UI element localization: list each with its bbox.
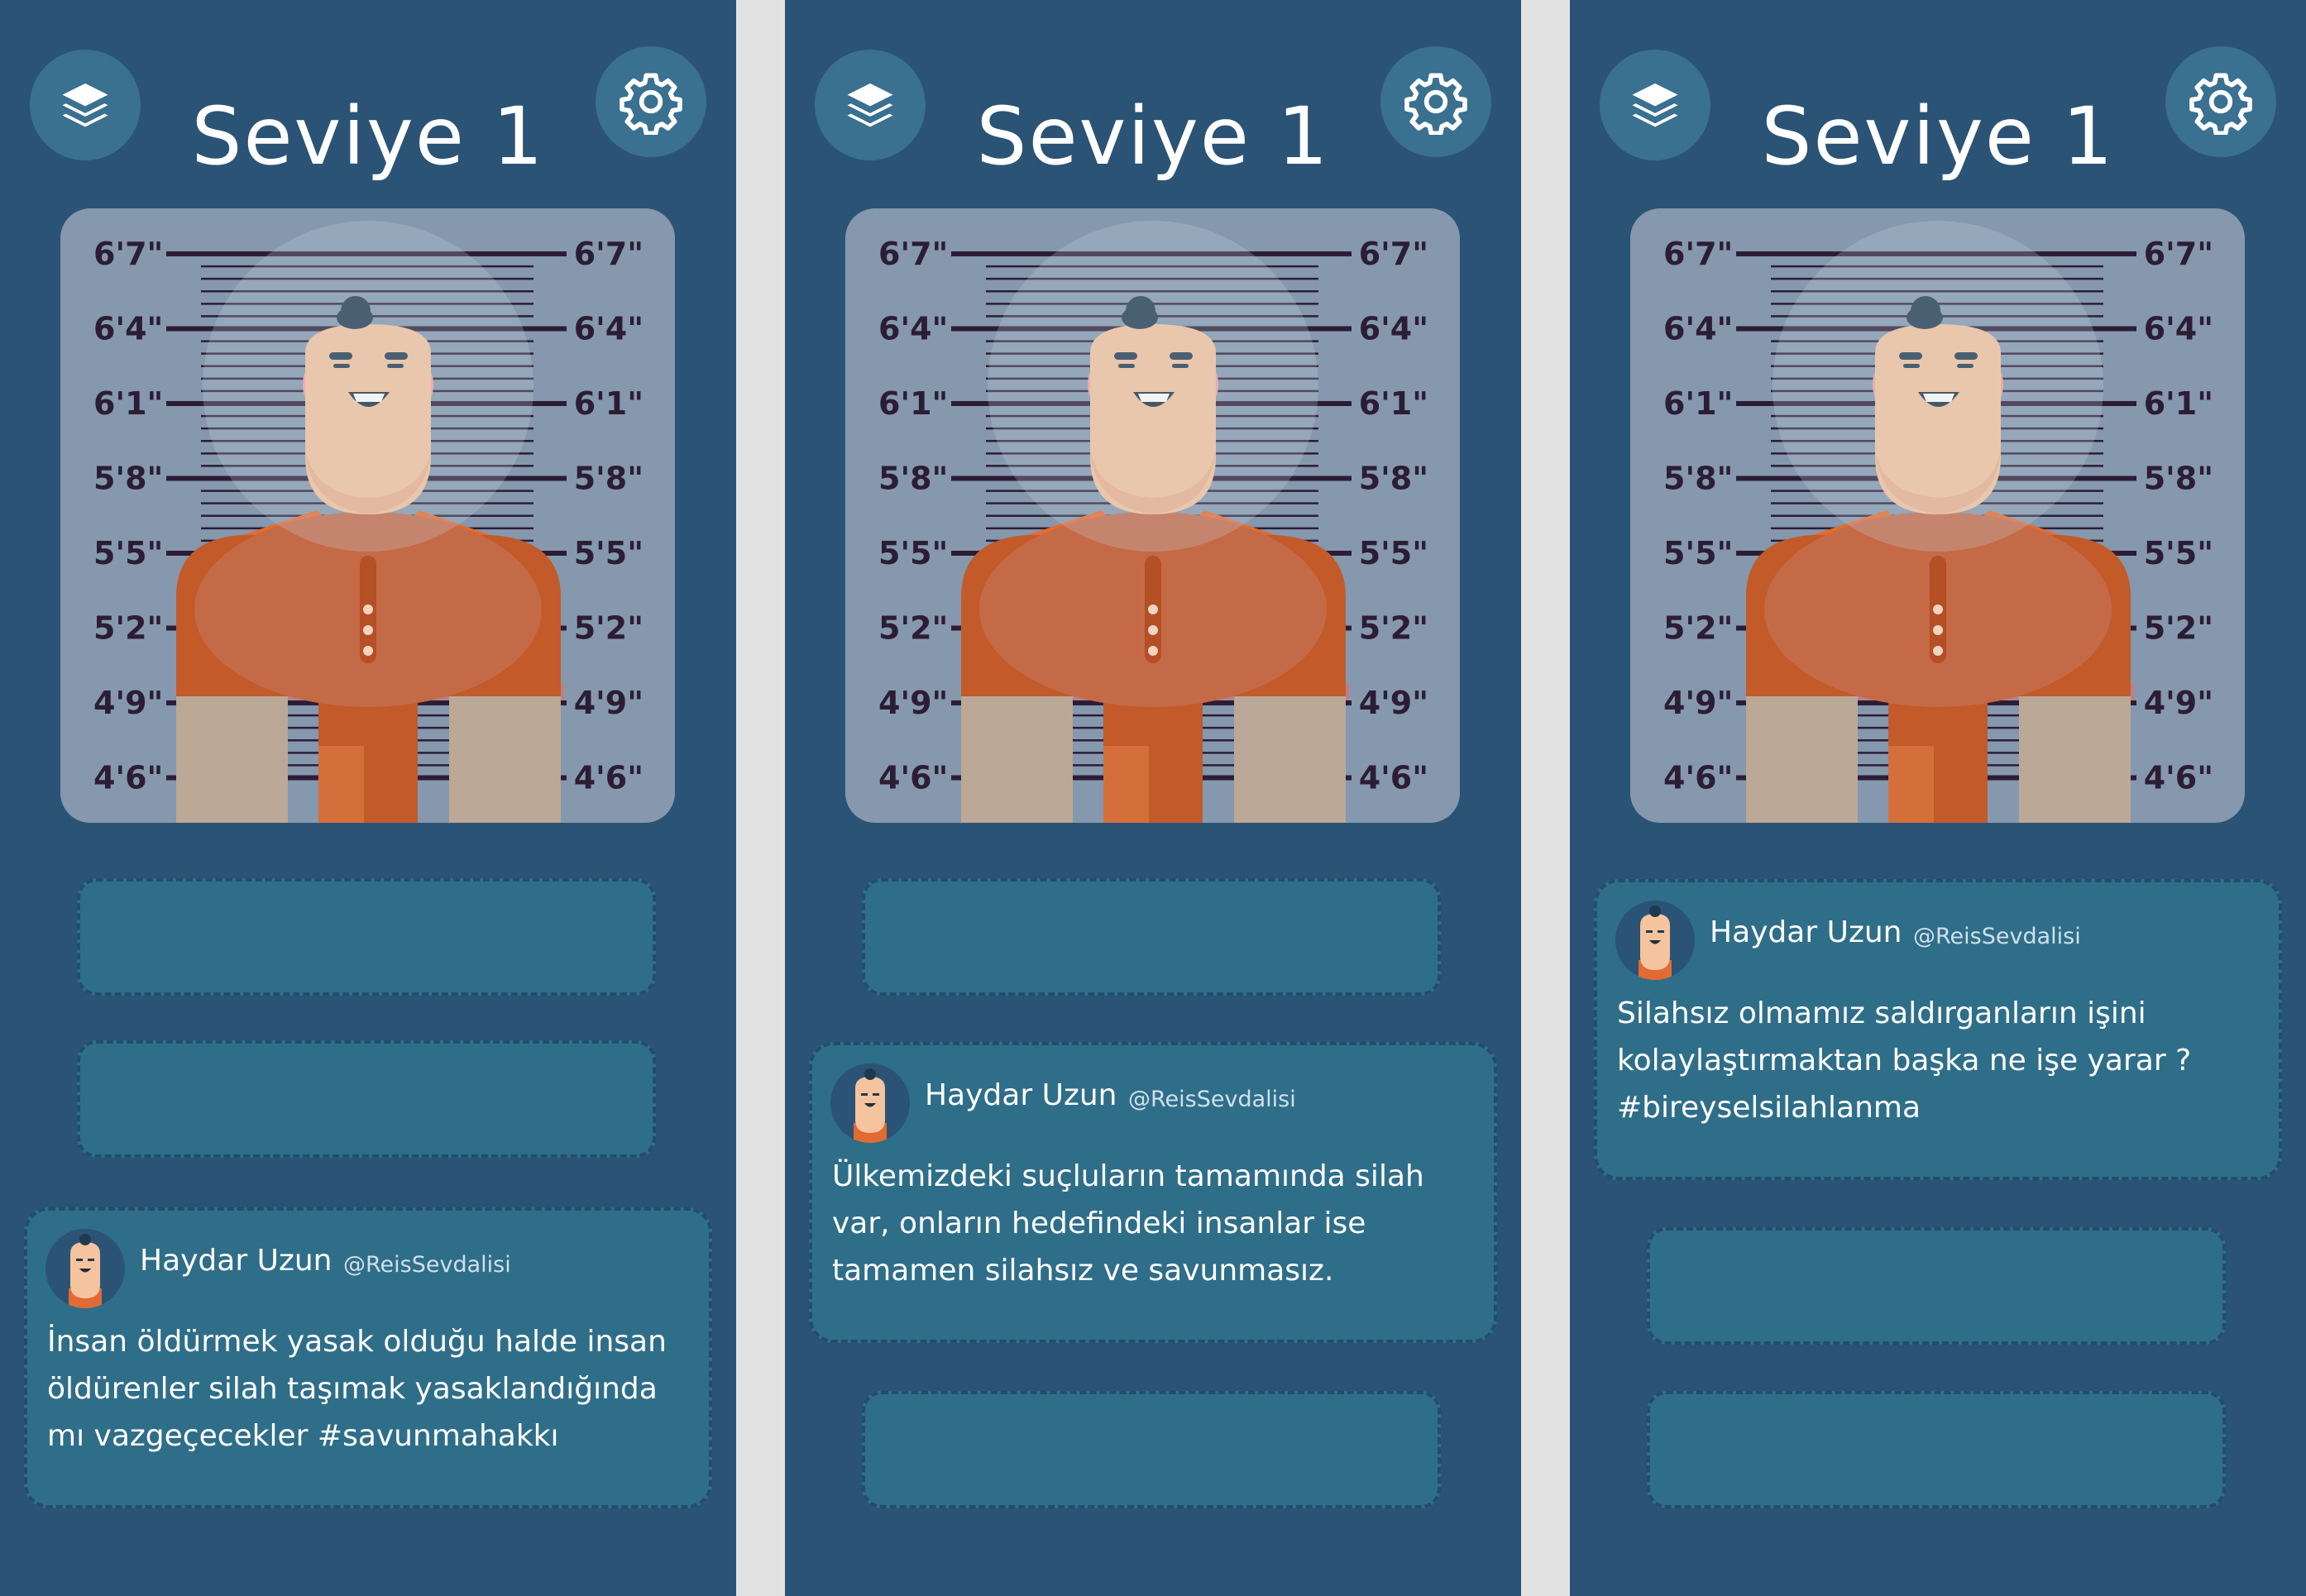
height-label: 5'5" [1359, 535, 1428, 571]
height-label: 6'1" [878, 385, 948, 422]
prisoner-character [176, 221, 565, 823]
height-label: 5'8" [574, 461, 643, 497]
height-label: 6'1" [574, 385, 643, 422]
height-label: 5'5" [878, 535, 948, 571]
game-screen-1: Seviye 1 6'7" 6'7" 6'4" 6'4" 6'1" 6'1" 5'8" 5'8… [0, 0, 736, 1596]
height-label: 5'2" [1663, 610, 1733, 647]
height-label: 6'4" [1663, 311, 1733, 347]
height-label: 5'2" [1359, 610, 1428, 647]
answer-slot[interactable] [77, 1040, 656, 1158]
height-label: 5'8" [1663, 461, 1733, 497]
mugshot-card: 6'7" 6'7" 6'4" 6'4" 6'1" 6'1" 5'8" 5'8" 5'5" 5'5"… [845, 208, 1460, 823]
tweet-author-name: Haydar Uzun [1710, 915, 1902, 949]
tweet-text: Silahsız olmamız saldırganların işini ko… [1617, 996, 2192, 1125]
height-label: 6'7" [574, 236, 643, 272]
tweet-text: Ülkemizdeki suçluların tamamında silah v… [832, 1159, 1424, 1288]
answer-slot[interactable] [1647, 1227, 2226, 1345]
tweet-text: İnsan öldürmek yasak olduğu halde insan … [47, 1325, 667, 1453]
prisoner-character [961, 221, 1350, 823]
answer-slot[interactable] [862, 878, 1441, 996]
height-label: 6'7" [1359, 236, 1428, 272]
gear-icon [1404, 73, 1467, 135]
avatar [1615, 901, 1695, 980]
height-label: 5'8" [878, 461, 948, 497]
tweet-author-name: Haydar Uzun [925, 1078, 1117, 1112]
height-label: 4'6" [2144, 760, 2213, 796]
height-label: 4'6" [1663, 760, 1733, 796]
tweet-author-handle: @ReisSevdalisi [343, 1252, 511, 1278]
height-label: 6'7" [93, 236, 163, 272]
tweet-card[interactable]: Haydar Uzun @ReisSevdalisi Ülkemizdeki s… [809, 1042, 1497, 1343]
height-label: 6'1" [93, 385, 163, 422]
height-label: 5'5" [2144, 535, 2213, 571]
height-label: 6'7" [878, 236, 948, 272]
height-label: 4'6" [1359, 760, 1428, 796]
height-label: 6'4" [2144, 311, 2213, 347]
avatar [830, 1063, 910, 1143]
height-label: 6'4" [1359, 311, 1428, 347]
height-label: 4'9" [93, 685, 163, 721]
tweet-author-handle: @ReisSevdalisi [1913, 924, 2081, 949]
game-screen-2: Seviye 1 6'7" 6'7" 6'4" 6'4" 6'1" 6'1" 5'8" 5'8… [785, 0, 1521, 1596]
height-label: 6'1" [1359, 385, 1428, 422]
height-label: 5'2" [878, 610, 948, 647]
height-label: 5'5" [1663, 535, 1733, 571]
mugshot-card: 6'7" 6'7" 6'4" 6'4" 6'1" 6'1" 5'8" 5'8" 5'5" 5'5"… [1630, 208, 2245, 823]
height-label: 4'9" [2144, 685, 2213, 721]
height-label: 5'5" [574, 535, 643, 571]
height-label: 5'2" [2144, 610, 2213, 647]
gear-icon [620, 73, 682, 135]
height-label: 4'6" [878, 760, 948, 796]
height-label: 4'9" [1359, 685, 1428, 721]
height-label: 6'7" [2144, 236, 2213, 272]
mugshot-illustration: 6'7" 6'7" 6'4" 6'4" 6'1" 6'1" 5'8" 5'8" 5'5" 5'5"… [878, 221, 1428, 823]
height-label: 6'1" [1663, 385, 1733, 422]
height-label: 4'9" [878, 685, 948, 721]
height-label: 4'9" [574, 685, 643, 721]
height-label: 5'2" [574, 610, 643, 647]
gear-icon [2189, 73, 2252, 135]
height-label: 6'7" [1663, 236, 1733, 272]
avatar [45, 1229, 125, 1308]
prisoner-character [1746, 221, 2135, 823]
tweet-author-name: Haydar Uzun [140, 1244, 333, 1278]
answer-slot[interactable] [77, 878, 656, 996]
mugshot-illustration: 6'7" 6'7" 6'4" 6'4" 6'1" 6'1" 5'8" 5'8" 5'5" 5'5"… [93, 221, 643, 823]
height-label: 4'6" [93, 760, 163, 796]
tweet-author-handle: @ReisSevdalisi [1128, 1087, 1296, 1112]
height-label: 4'6" [574, 760, 643, 796]
height-label: 6'4" [93, 311, 163, 347]
mugshot-card: 6'7" 6'7" 6'4" 6'4" 6'1" 6'1" 5'8" 5'8" 5'5" 5'5"… [60, 208, 675, 823]
settings-button[interactable] [1380, 46, 1491, 157]
settings-button[interactable] [2165, 46, 2276, 157]
height-label: 5'2" [93, 610, 163, 647]
settings-button[interactable] [596, 46, 706, 157]
height-label: 5'8" [93, 461, 163, 497]
mugshot-illustration: 6'7" 6'7" 6'4" 6'4" 6'1" 6'1" 5'8" 5'8" 5'5" 5'5"… [1663, 221, 2213, 823]
height-label: 4'9" [1663, 685, 1733, 721]
answer-slot[interactable] [1647, 1391, 2226, 1508]
tweet-card[interactable]: Haydar Uzun @ReisSevdalisi İnsan öldürme… [24, 1207, 712, 1508]
height-label: 5'8" [2144, 461, 2213, 497]
tweet-card[interactable]: Haydar Uzun @ReisSevdalisi Silahsız olma… [1594, 879, 2282, 1180]
height-label: 5'8" [1359, 461, 1428, 497]
height-label: 6'4" [878, 311, 948, 347]
answer-slot[interactable] [862, 1391, 1441, 1508]
height-label: 6'4" [574, 311, 643, 347]
height-label: 5'5" [93, 535, 163, 571]
game-screen-3: Seviye 1 6'7" 6'7" 6'4" 6'4" 6'1" 6'1" 5'8" 5'8… [1570, 0, 2306, 1596]
height-label: 6'1" [2144, 385, 2213, 422]
